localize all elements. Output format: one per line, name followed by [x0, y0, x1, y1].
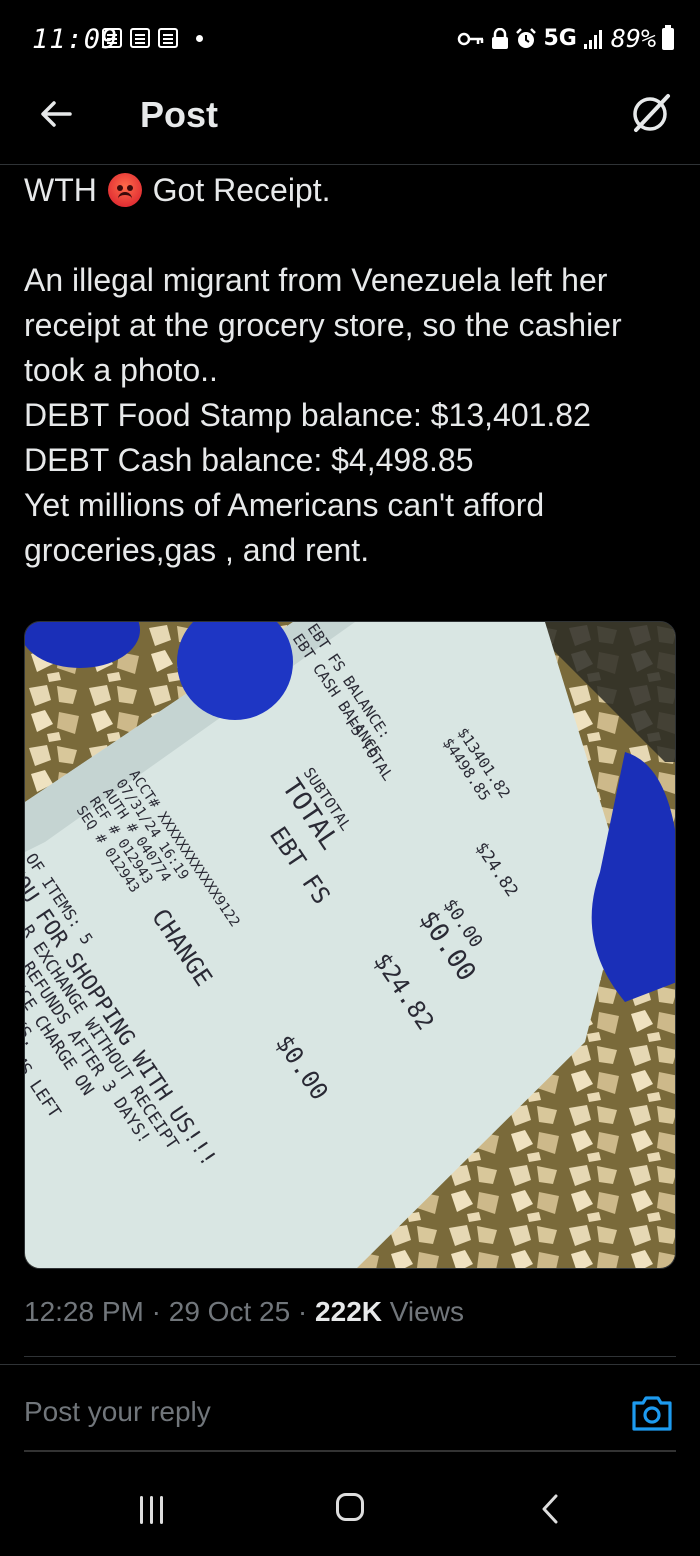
lock-icon: [492, 27, 509, 49]
views-count[interactable]: 222K: [315, 1296, 382, 1327]
battery-icon: [662, 24, 674, 50]
network-type: 5G: [543, 26, 577, 51]
receipt-photo[interactable]: EBT FS BALANCE: EBT CASH BALANCE: $13401…: [24, 621, 676, 1269]
page-title: Post: [140, 94, 219, 135]
nav-back-icon[interactable]: [538, 1494, 562, 1524]
system-icons: 5G 89%: [457, 24, 674, 53]
post-time: 12:28 PM: [24, 1296, 144, 1327]
status-bar: 11:09 5G 89%: [0, 0, 700, 80]
post-text: WTH Got Receipt. An illegal migrant from…: [24, 168, 674, 573]
home-icon[interactable]: [336, 1493, 364, 1521]
news-notification-icon: [102, 28, 122, 48]
more-notifications-dot-icon: [196, 34, 203, 42]
post-headline-start: WTH: [24, 172, 97, 208]
key-icon: [458, 32, 484, 45]
reply-input[interactable]: Post your reply: [24, 1396, 211, 1428]
signal-icon: [583, 29, 602, 49]
post-date: 29 Oct 25: [168, 1296, 291, 1327]
alarm-icon: [516, 27, 537, 48]
post-headline: WTH Got Receipt.: [24, 168, 674, 213]
divider: [24, 1356, 676, 1357]
grok-icon[interactable]: [628, 90, 674, 136]
news-notification-icon: [158, 28, 178, 48]
news-notification-icon: [130, 28, 150, 48]
camera-icon[interactable]: [630, 1393, 674, 1433]
receipt-image: EBT FS BALANCE: EBT CASH BALANCE: $13401…: [25, 622, 675, 1268]
reply-underline: [24, 1450, 676, 1452]
post-body: An illegal migrant from Venezuela left h…: [24, 262, 622, 568]
divider: [0, 1364, 700, 1365]
post-meta: 12:28 PM · 29 Oct 25 · 222K Views: [24, 1296, 464, 1327]
back-arrow-icon[interactable]: [36, 94, 76, 134]
system-nav-bar: [0, 1460, 700, 1556]
recent-apps-icon[interactable]: [140, 1496, 170, 1524]
views-label: Views: [389, 1296, 464, 1327]
battery-percent: 89%: [610, 24, 656, 53]
post-header: Post: [0, 80, 700, 165]
angry-face-icon: [107, 173, 142, 207]
notification-icons: [102, 28, 203, 48]
post-headline-end: Got Receipt.: [152, 172, 331, 208]
